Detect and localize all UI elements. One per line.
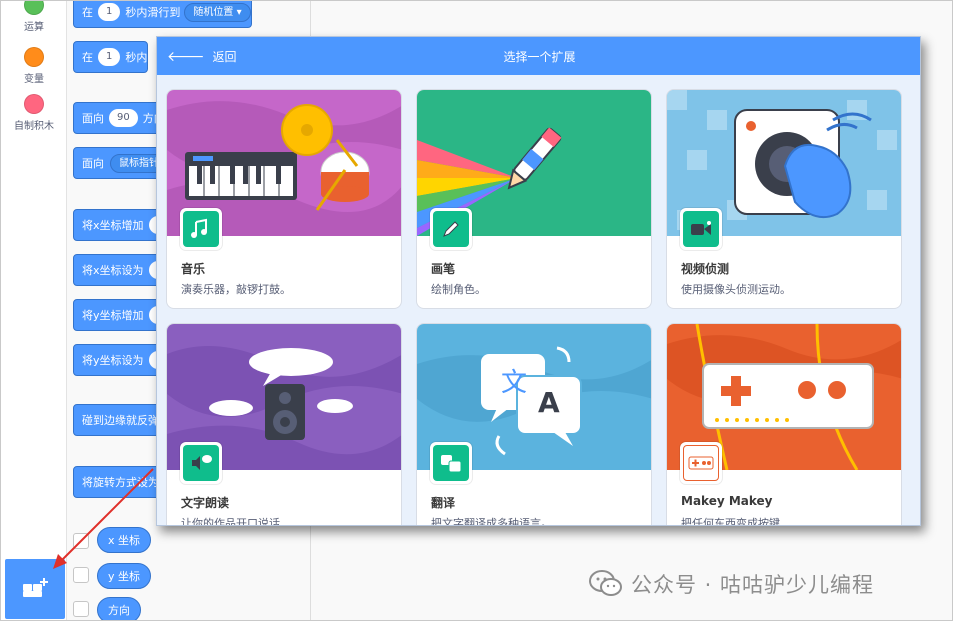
extension-name: 视频侦测 bbox=[681, 262, 730, 276]
speech-icon bbox=[183, 445, 219, 481]
extension-name: Makey Makey bbox=[681, 494, 773, 508]
extension-icon-frame bbox=[180, 442, 222, 484]
extension-name: 画笔 bbox=[431, 262, 456, 276]
glyph-wen: 文 bbox=[501, 368, 528, 398]
extension-card-video-sensing[interactable]: 视频侦测 使用摄像头侦测运动。 bbox=[666, 89, 902, 309]
glyph-a: A bbox=[538, 386, 560, 419]
extension-card-pen[interactable]: 画笔 绘制角色。 bbox=[416, 89, 652, 309]
extension-card-makey-makey[interactable]: Makey Makey 把任何东西变成按键 bbox=[666, 323, 902, 526]
pen-icon bbox=[433, 211, 469, 247]
wechat-logo-icon bbox=[589, 570, 622, 596]
translate-icon bbox=[433, 445, 469, 481]
extension-name: 文字朗读 bbox=[181, 496, 230, 510]
watermark: 公众号 · 咕咕驴少儿编程 bbox=[589, 567, 874, 601]
extension-description: 使用摄像头侦测运动。 bbox=[681, 283, 791, 296]
video-camera-icon bbox=[683, 211, 719, 247]
extension-description: 演奏乐器，敲锣打鼓。 bbox=[181, 283, 291, 296]
extension-icon-frame bbox=[430, 208, 472, 250]
makey-makey-icon bbox=[683, 445, 719, 481]
modal-title: 选择一个扩展 bbox=[503, 50, 576, 64]
music-notes-icon bbox=[183, 211, 219, 247]
extension-description: 把文字翻译成多种语言。 bbox=[431, 517, 552, 526]
modal-header: 🡐 返回 选择一个扩展 bbox=[157, 37, 920, 75]
extension-library-modal: 🡐 返回 选择一个扩展 音乐 演奏乐器，敲锣打鼓。 画笔 绘制角色。 视频侦测 … bbox=[156, 36, 921, 526]
extension-icon-frame bbox=[680, 208, 722, 250]
screenshot-frame: 运算 变量 自制积木 在 1 秒内滑行到 随机位置 ▾ 在 1 秒内 面向 90… bbox=[0, 0, 953, 621]
extension-name: 翻译 bbox=[431, 496, 456, 510]
extension-card-music[interactable]: 音乐 演奏乐器，敲锣打鼓。 bbox=[166, 89, 402, 309]
extension-icon-frame bbox=[180, 208, 222, 250]
watermark-text: 公众号 · 咕咕驴少儿编程 bbox=[631, 573, 875, 597]
extension-card-translate[interactable]: 文 A 翻译 把文字翻译成多种语言。 bbox=[416, 323, 652, 526]
extension-description: 绘制角色。 bbox=[431, 283, 486, 296]
extension-icon-frame bbox=[680, 442, 722, 484]
extension-icon-frame bbox=[430, 442, 472, 484]
extension-description: 把任何东西变成按键 bbox=[681, 517, 780, 526]
extension-name: 音乐 bbox=[181, 262, 206, 276]
extension-description: 让你的作品开口说话 bbox=[181, 517, 280, 526]
extension-card-text-to-speech[interactable]: 文字朗读 让你的作品开口说话 bbox=[166, 323, 402, 526]
